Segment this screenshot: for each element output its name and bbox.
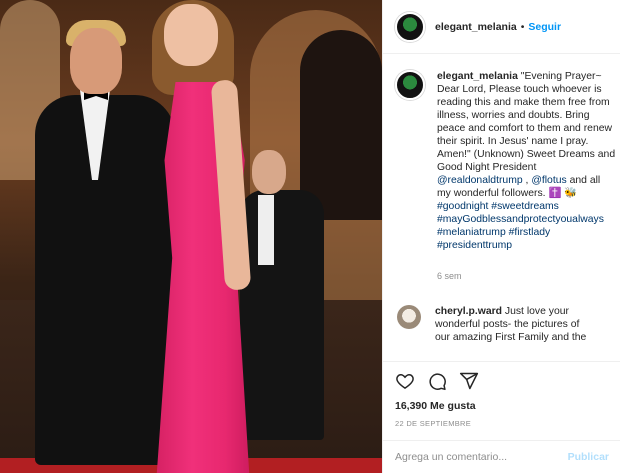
hashtag-link[interactable]: #melaniatrump #firstlady — [437, 226, 620, 239]
caption-age[interactable]: 6 sem — [437, 270, 620, 283]
caption-line: Good Night President — [437, 162, 537, 173]
post-header: elegant_melania • Seguir — [383, 0, 620, 54]
comment-line: Just love your — [502, 306, 569, 317]
caption-line: peace and comfort to them and renew — [437, 123, 613, 134]
comments-section[interactable]: elegant_melania "Evening Prayer~ Dear Lo… — [383, 55, 620, 361]
hashtag-link[interactable]: #goodnight #sweetdreams — [437, 200, 620, 213]
heart-icon[interactable] — [395, 371, 415, 391]
comment-input[interactable] — [395, 451, 568, 463]
comment-line: our amazing First Family and the — [435, 332, 587, 343]
man-tuxedo — [35, 95, 175, 465]
caption-text: elegant_melania "Evening Prayer~ Dear Lo… — [437, 70, 620, 283]
hashtag-link[interactable]: #mayGodblessandprotectyoualways — [437, 213, 620, 226]
action-icons — [395, 368, 609, 394]
post-date[interactable]: 22 DE SEPTIEMBRE — [395, 419, 609, 428]
mention-link[interactable]: @flotus — [531, 175, 566, 186]
guard-head — [252, 150, 286, 194]
mention-link[interactable]: @realdonaldtrump — [437, 175, 523, 186]
caption-comma: , — [522, 175, 532, 186]
caption-line: Dear Lord, Please touch whoever is — [437, 84, 602, 95]
publish-button[interactable]: Publicar — [568, 451, 609, 463]
caption-line: "Evening Prayer~ — [520, 71, 602, 82]
header-username[interactable]: elegant_melania — [435, 21, 517, 33]
caption-line: their spirit. In Jesus' name I pray. — [437, 136, 589, 147]
caption-line: my wonderful followers. ✝️ 🐝 — [437, 188, 578, 199]
caption-avatar[interactable] — [395, 70, 425, 100]
commenter-username[interactable]: cheryl.p.ward — [435, 306, 502, 317]
action-bar: 16,390 Me gusta 22 DE SEPTIEMBRE — [383, 361, 620, 435]
post-side-panel: elegant_melania • Seguir elegant_melania… — [382, 0, 620, 473]
guard-shirt — [258, 195, 274, 265]
follow-button[interactable]: Seguir — [528, 21, 561, 33]
background-doorway — [300, 30, 382, 220]
comment-icon[interactable] — [427, 371, 447, 391]
instagram-post: elegant_melania • Seguir elegant_melania… — [0, 0, 620, 473]
caption-text-segment: and all — [566, 175, 601, 186]
profile-avatar[interactable] — [395, 11, 425, 42]
woman-face — [164, 4, 218, 66]
post-photo[interactable] — [0, 0, 382, 473]
likes-count[interactable]: 16,390 Me gusta — [395, 400, 609, 412]
guard-figure — [240, 190, 324, 440]
comment-line: wonderful posts- the pictures of — [435, 319, 580, 330]
caption-line: illness, worries and doubts. Bring — [437, 110, 590, 121]
hashtag-link[interactable]: #presidenttrump — [437, 239, 620, 252]
caption: elegant_melania "Evening Prayer~ Dear Lo… — [383, 55, 620, 283]
comment-item: cheryl.p.ward Just love your wonderful p… — [383, 283, 620, 344]
commenter-avatar[interactable] — [397, 305, 421, 329]
separator-dot: • — [520, 20, 525, 33]
share-icon[interactable] — [459, 371, 479, 391]
caption-line: Amen!" (Unknown) Sweet Dreams and — [437, 149, 616, 160]
caption-line: reading this and make them free from — [437, 97, 610, 108]
caption-username[interactable]: elegant_melania — [437, 71, 518, 82]
comment-text: cheryl.p.ward Just love your wonderful p… — [435, 305, 620, 344]
add-comment-bar: Publicar — [383, 440, 620, 473]
man-head — [70, 28, 122, 94]
